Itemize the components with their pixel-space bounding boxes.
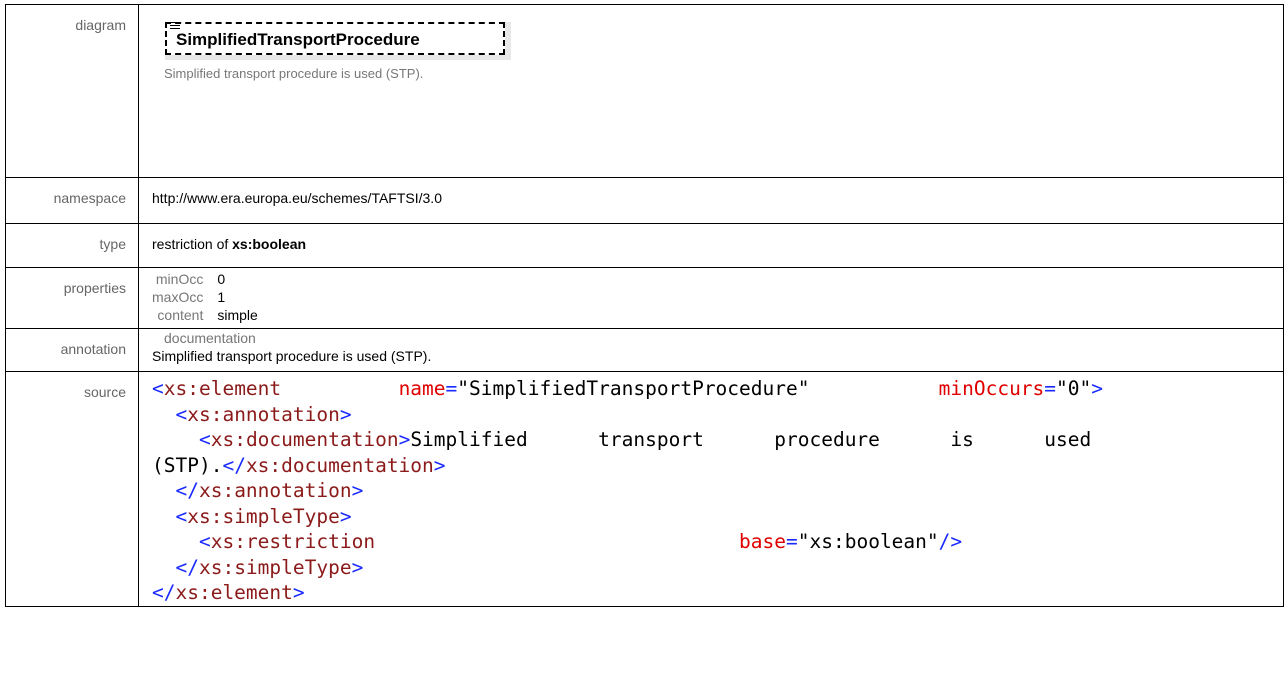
property-value: 0 <box>217 271 226 287</box>
properties-cell: minOcc 0 maxOcc 1 content simple <box>138 267 1284 329</box>
row-annotation: annotation documentation Simplified tran… <box>5 328 1284 372</box>
diagram-cell: SimplifiedTransportProcedure Simplified … <box>138 4 1284 178</box>
element-box-inner: SimplifiedTransportProcedure <box>165 22 505 55</box>
property-key: minOcc <box>155 271 204 287</box>
annotation-key: documentation <box>164 330 256 346</box>
property-row: minOcc 0 <box>152 270 258 288</box>
property-key: maxOcc <box>152 289 204 305</box>
properties-table: minOcc 0 maxOcc 1 content simple <box>152 270 258 324</box>
property-value: simple <box>217 307 258 323</box>
annotation-text: Simplified transport procedure is used (… <box>152 348 432 364</box>
source-code: <xs:element name="SimplifiedTransportPro… <box>152 377 1104 604</box>
namespace-value[interactable]: http://www.era.europa.eu/schemes/TAFTSI/… <box>138 177 1284 224</box>
element-doc-table: diagram SimplifiedTransportProcedure Sim… <box>5 4 1284 607</box>
source-cell: <xs:element name="SimplifiedTransportPro… <box>138 371 1284 607</box>
property-row: maxOcc 1 <box>152 288 258 306</box>
element-doc: Simplified transport procedure is used (… <box>164 66 424 81</box>
property-key: content <box>157 307 204 323</box>
property-row: content simple <box>152 306 258 324</box>
label-properties: properties <box>5 267 139 329</box>
row-diagram: diagram SimplifiedTransportProcedure Sim… <box>5 4 1284 178</box>
label-annotation: annotation <box>5 328 139 372</box>
row-type: type restriction of xs:boolean <box>5 223 1284 268</box>
row-properties: properties minOcc 0 maxOcc 1 content simple <box>5 267 1284 329</box>
type-prefix: restriction of <box>152 236 233 252</box>
type-value: restriction of xs:boolean <box>138 223 1284 268</box>
label-type: type <box>5 223 139 268</box>
property-value: 1 <box>217 289 226 305</box>
type-base[interactable]: xs:boolean <box>232 236 306 252</box>
label-namespace: namespace <box>5 177 139 224</box>
row-namespace: namespace http://www.era.europa.eu/schem… <box>5 177 1284 224</box>
element-name: SimplifiedTransportProcedure <box>176 30 420 49</box>
annotation-cell: documentation Simplified transport proce… <box>138 328 1284 372</box>
annotation-lines-icon <box>170 22 180 30</box>
label-source: source <box>5 371 139 607</box>
row-source: source <xs:element name="SimplifiedTrans… <box>5 371 1284 607</box>
label-diagram: diagram <box>5 4 139 178</box>
element-box[interactable]: SimplifiedTransportProcedure <box>165 22 511 60</box>
